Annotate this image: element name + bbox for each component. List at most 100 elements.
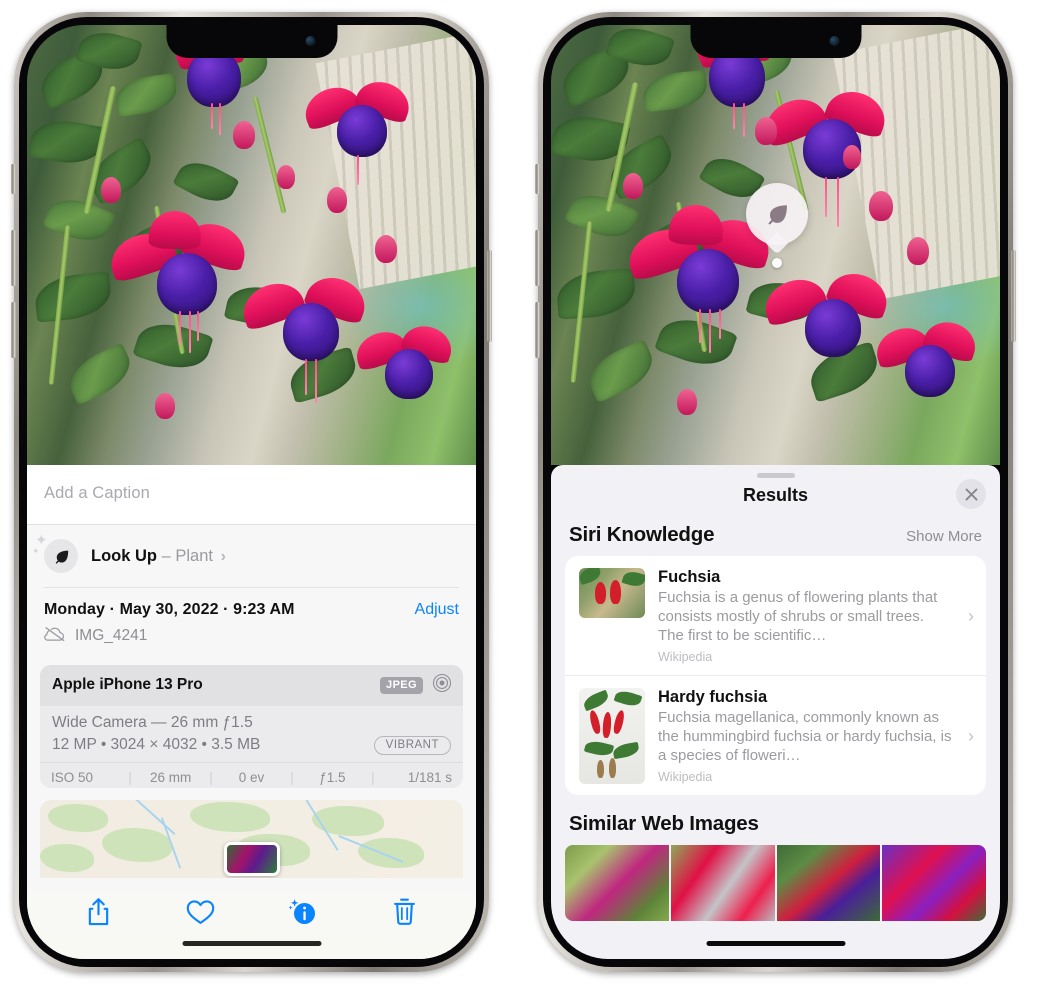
leaf-icon [44,539,78,573]
visual-lookup-leaf-badge[interactable] [746,183,808,245]
silence-switch-left[interactable] [11,164,16,194]
exif-stats-row: ISO 50 | 26 mm | 0 ev | ƒ1.5 | 1/181 s [40,761,463,788]
map-terrain [102,828,172,863]
look-up-dash: – [161,546,171,565]
flower-bud [755,117,777,145]
exif-iso: ISO 50 [51,769,94,785]
close-icon [965,488,977,500]
sparkle-icon: ✦ [32,546,40,556]
map-terrain [48,804,108,833]
flower-bud [277,165,295,189]
screen-right: Results Siri Knowledge Show More Fuchsia… [551,25,1000,959]
camera-device: Apple iPhone 13 Pro [52,676,203,694]
flower-bud [623,173,643,199]
map-photo-pin[interactable] [223,841,280,876]
result-text: Hardy fuchsia Fuchsia magellanica, commo… [658,688,952,784]
look-up-subject: Plant [175,546,213,565]
leaf-icon [768,205,787,225]
look-up-icon-wrap: ✦ ✦ [32,533,78,573]
favorite-button[interactable] [186,899,215,925]
lens-icon [432,673,452,698]
delete-button[interactable] [392,898,417,927]
result-thumbnail [579,568,645,618]
volume-up-button-left[interactable] [11,230,16,286]
flower-bud [843,145,861,169]
notch-left [166,25,337,58]
flower-bud [677,389,697,415]
look-up-title: Look Up [91,546,157,565]
volume-down-button-left[interactable] [11,302,16,358]
look-up-row[interactable]: ✦ ✦ Look Up – Plant › [27,525,476,587]
web-image-thumbnail[interactable] [565,845,669,922]
icloud-slash-icon [44,626,66,647]
exif-ev: 0 ev [238,769,265,785]
map-terrain [40,844,94,873]
photographic-style-badge: VIBRANT [373,735,451,755]
power-button-right[interactable] [1011,250,1016,342]
result-source: Wikipedia [658,650,713,665]
location-map[interactable] [40,800,463,878]
flower-bud [869,191,893,221]
home-indicator-left[interactable] [182,941,321,946]
photo-view-right[interactable] [551,25,1000,465]
show-more-button[interactable]: Show More [906,528,982,545]
home-indicator-right[interactable] [706,941,845,946]
result-thumbnail [579,688,645,785]
image-dimensions: 12 MP • 3024 × 4032 • 3.5 MB [52,736,261,754]
photo-filename: IMG_4241 [75,627,148,645]
flower-bud [101,177,121,203]
front-camera [305,36,315,46]
flower-bud [327,187,347,213]
caption-input[interactable]: Add a Caption [44,484,459,503]
chevron-right-icon: › [968,605,974,626]
map-terrain [312,806,384,837]
section-title-siri-knowledge: Siri Knowledge [569,523,715,546]
volume-down-button-right[interactable] [535,302,540,358]
web-image-thumbnail[interactable] [776,845,881,922]
web-image-thumbnail[interactable] [882,845,986,922]
photo-date: Monday · May 30, 2022 · 9:23 AM [44,600,295,618]
results-title: Results [742,485,809,505]
photo-view-left[interactable] [27,25,476,465]
exif-body: Wide Camera — 26 mm ƒ1.5 12 MP • 3024 × … [40,706,463,762]
screenshot-root: Add a Caption ✦ ✦ Look Up – Plant › Mond… [0,0,1055,985]
list-item[interactable]: Fuchsia Fuchsia is a genus of flowering … [565,556,986,675]
iphone-left: Add a Caption ✦ ✦ Look Up – Plant › Mond… [11,12,492,972]
photo-info-sheet: Add a Caption ✦ ✦ Look Up – Plant › Mond… [27,465,476,959]
exif-focal: 26 mm [149,769,192,785]
list-item[interactable]: Hardy fuchsia Fuchsia magellanica, commo… [565,675,986,795]
web-image-thumbnail[interactable] [670,845,775,922]
visual-lookup-anchor-dot [772,258,782,268]
result-title: Fuchsia [658,568,721,586]
siri-knowledge-header: Siri Knowledge Show More [551,519,1000,556]
exif-shutter: 1/181 s [407,769,453,785]
chevron-right-icon: › [968,725,974,746]
close-button[interactable] [956,479,986,509]
volume-up-button-right[interactable] [535,230,540,286]
adjust-button[interactable]: Adjust [415,601,459,619]
similar-web-images-header: Similar Web Images [551,795,1000,845]
flower-bud [155,393,175,419]
flower-bud [907,237,929,265]
exif-aperture: ƒ1.5 [319,769,346,785]
exif-card: Apple iPhone 13 Pro JPEG Wide Camera — 2… [40,664,463,789]
share-button[interactable] [86,897,111,927]
screen-left: Add a Caption ✦ ✦ Look Up – Plant › Mond… [27,25,476,959]
result-description: Fuchsia magellanica, commonly known as t… [658,709,952,765]
caption-field-row[interactable]: Add a Caption [27,465,476,525]
result-source: Wikipedia [658,770,713,785]
info-button[interactable] [289,898,317,926]
results-header: Results [551,478,1000,519]
format-badge: JPEG [380,677,423,694]
silence-switch-right[interactable] [535,164,540,194]
siri-knowledge-card: Fuchsia Fuchsia is a genus of flowering … [565,556,986,796]
iphone-right: Results Siri Knowledge Show More Fuchsia… [535,12,1016,972]
result-text: Fuchsia Fuchsia is a genus of flowering … [658,568,952,664]
chevron-right-icon: › [220,547,226,565]
notch-right [690,25,861,58]
similar-web-images-strip [551,845,1000,922]
map-terrain [358,838,424,869]
flower-bud [375,235,397,263]
power-button-left[interactable] [487,250,492,342]
result-title: Hardy fuchsia [658,688,768,707]
